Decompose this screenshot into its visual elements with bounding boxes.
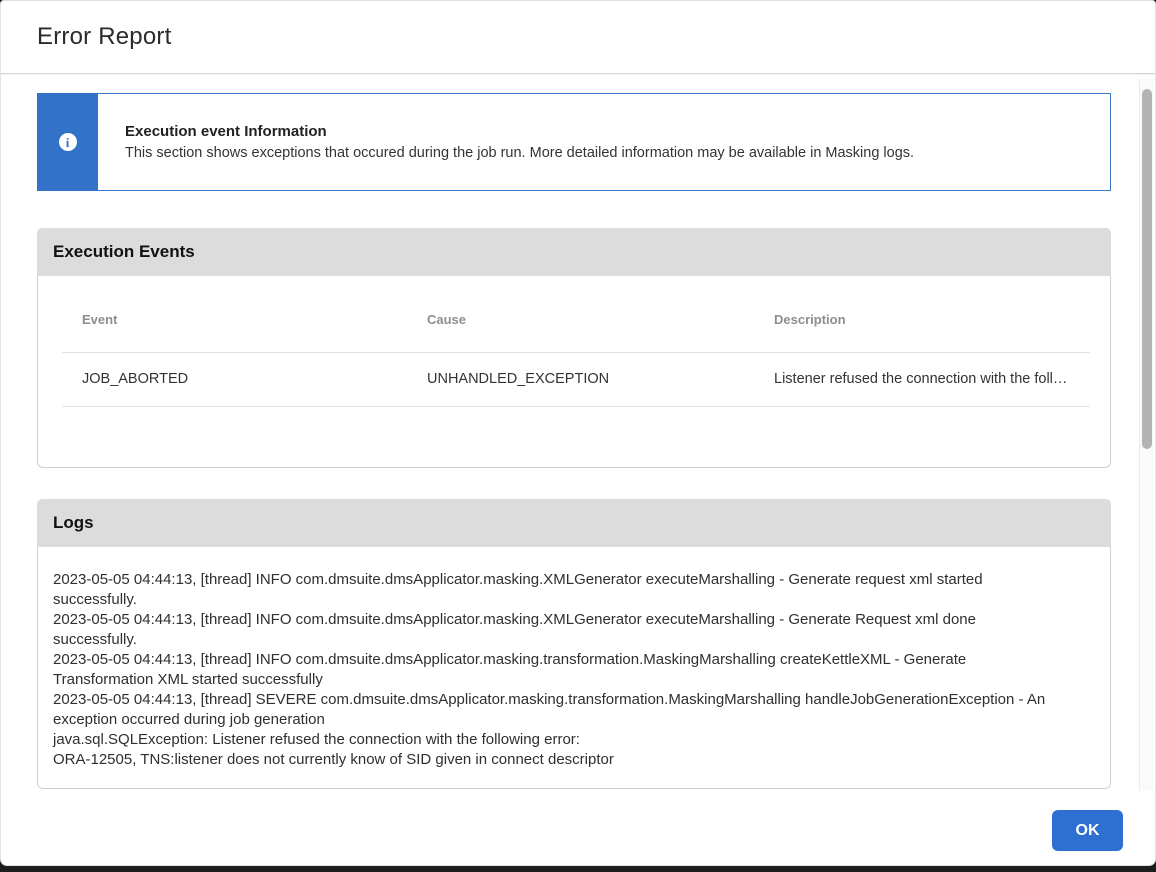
logs-section: Logs 2023-05-05 04:44:13, [thread] INFO …	[37, 499, 1111, 789]
info-banner: i Execution event Information This secti…	[37, 93, 1111, 191]
scrollbar-thumb[interactable]	[1142, 89, 1152, 449]
error-report-dialog: Error Report i Execution event Informati…	[0, 0, 1156, 866]
execution-events-header: Execution Events	[37, 228, 1111, 276]
execution-events-section: Execution Events Event Cause Description…	[37, 228, 1111, 468]
execution-events-title: Execution Events	[53, 242, 195, 262]
log-entry: java.sql.SQLException: Listener refused …	[53, 730, 1055, 750]
vertical-scrollbar[interactable]	[1139, 79, 1153, 791]
log-entry: 2023-05-05 04:44:13, [thread] INFO com.d…	[53, 650, 1055, 690]
log-entry: 2023-05-05 04:44:13, [thread] SEVERE com…	[53, 690, 1055, 730]
execution-events-body: Event Cause Description JOB_ABORTED UNHA…	[37, 276, 1111, 468]
table-row: JOB_ABORTED UNHANDLED_EXCEPTION Listener…	[62, 353, 1090, 407]
logs-title: Logs	[53, 513, 94, 533]
column-header-cause: Cause	[407, 276, 754, 352]
info-icon: i	[59, 133, 77, 151]
log-entry: 2023-05-05 04:44:13, [thread] INFO com.d…	[53, 610, 1055, 650]
log-entry: ORA-12505, TNS:listener does not current…	[53, 750, 1055, 770]
execution-events-table: Event Cause Description JOB_ABORTED UNHA…	[62, 276, 1090, 407]
dialog-header: Error Report	[1, 1, 1155, 74]
column-header-event: Event	[62, 276, 407, 352]
column-header-description: Description	[754, 276, 1090, 352]
ok-button[interactable]: OK	[1052, 810, 1123, 851]
logs-body: 2023-05-05 04:44:13, [thread] INFO com.d…	[37, 547, 1111, 789]
logs-header: Logs	[37, 499, 1111, 547]
log-entry: 2023-05-05 04:44:13, [thread] INFO com.d…	[53, 570, 1055, 610]
info-banner-icon-block: i	[37, 93, 98, 191]
info-banner-title: Execution event Information	[125, 123, 914, 140]
info-banner-text: Execution event Information This section…	[98, 94, 934, 190]
table-header-row: Event Cause Description	[62, 276, 1090, 353]
info-banner-description: This section shows exceptions that occur…	[125, 145, 914, 161]
cell-description: Listener refused the connection with the…	[754, 353, 1090, 406]
cell-event: JOB_ABORTED	[62, 353, 407, 406]
cell-cause: UNHANDLED_EXCEPTION	[407, 353, 754, 406]
dialog-title: Error Report	[37, 23, 171, 51]
